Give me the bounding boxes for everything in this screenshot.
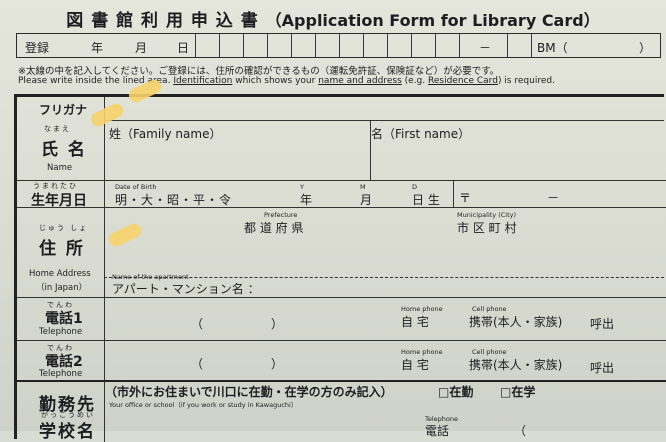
first-name-field[interactable] — [373, 142, 663, 178]
family-name-field[interactable] — [107, 142, 367, 178]
postal-code-field[interactable] — [472, 183, 662, 205]
tel2-home-en: Home phone — [401, 348, 443, 356]
dob-year-en: Y — [300, 183, 304, 191]
apartment-label: アパート・マンション名 ： — [112, 282, 260, 296]
dob-label: 生年月日 — [31, 193, 87, 209]
address-row-line — [17, 297, 666, 298]
dob-day-en: D — [412, 183, 418, 191]
registration-cell-10[interactable] — [411, 34, 436, 57]
note-english: Please write inside the lined area. Iden… — [18, 76, 555, 86]
name-label-en: Name — [47, 163, 73, 173]
tel2-number-field[interactable] — [117, 349, 397, 375]
work-note-en: Your office or school（if you work or stu… — [109, 401, 298, 409]
family-name-label: 姓（Family name） — [109, 127, 222, 141]
title-english: （Application Form for Library Card） — [265, 11, 600, 30]
tel1-cell-en: Cell phone — [472, 305, 507, 313]
registration-cell-11[interactable] — [435, 34, 460, 57]
title-japanese: 図 書 館 利 用 申 込 書 — [66, 11, 259, 31]
name-label: 氏 名 — [41, 140, 87, 160]
postal-mark: 〒 — [459, 191, 472, 205]
furigana-field[interactable] — [107, 98, 662, 118]
registration-cell-5[interactable] — [291, 34, 316, 57]
registration-cell-4[interactable] — [267, 34, 292, 57]
registration-label: 登録 — [25, 41, 50, 55]
tel1-call-option[interactable]: 呼出 — [590, 315, 614, 332]
form-title: 図 書 館 利 用 申 込 書 （Application Form for Li… — [0, 6, 666, 31]
registration-dash: － — [479, 41, 492, 55]
furigana-row-line — [104, 120, 664, 121]
registration-cell-6[interactable] — [315, 34, 340, 57]
tel2-cell-option[interactable]: 携帯(本人・家族) — [469, 356, 562, 373]
prefecture-en: Prefecture — [264, 211, 298, 219]
tel2-label: 電話2 — [45, 354, 83, 370]
tel2-call-option[interactable]: 呼出 — [590, 359, 614, 376]
dob-month-en: M — [360, 183, 366, 191]
dob-day: 日 生 — [412, 193, 440, 207]
municipality-en: Municipality (City) — [457, 211, 517, 219]
bm-close: ） — [639, 41, 652, 55]
bm-label: BM（ — [537, 41, 568, 55]
address-label: 住 所 — [39, 239, 85, 259]
apartment-field[interactable] — [267, 279, 662, 295]
registration-year: 年 — [91, 41, 104, 55]
registration-cell-2[interactable] — [219, 34, 244, 57]
work-name-field[interactable] — [109, 409, 409, 439]
registration-cell-7[interactable] — [339, 34, 364, 57]
tel2-cell-en: Cell phone — [472, 348, 507, 356]
name-row-line — [17, 180, 666, 181]
dob-label-en: Date of Birth — [115, 183, 157, 191]
postal-divider — [453, 180, 454, 207]
note-en-identification: Identification — [173, 76, 233, 86]
first-name-label: 名（First name） — [371, 127, 471, 141]
tel1-number-field[interactable] — [117, 309, 397, 335]
tel1-home-en: Home phone — [401, 305, 443, 313]
registration-cell-13[interactable] — [507, 34, 532, 57]
registration-box: 登録 年 月 日 － BM（ ） — [16, 33, 661, 58]
registration-cell-1[interactable] — [195, 34, 220, 57]
registration-month: 月 — [135, 41, 148, 55]
name-ruby: なまえ — [44, 125, 71, 133]
note-japanese: ※太線の中を記入してください。ご登録には、住所の確認ができるもの（運転免許証、保… — [18, 66, 500, 77]
address-field[interactable] — [107, 235, 662, 273]
study-checkbox[interactable]: □在学 — [500, 383, 535, 400]
registration-cell-3[interactable] — [243, 34, 268, 57]
tel1-home-option[interactable]: 自 宅 — [401, 313, 429, 330]
note-en-name-address: name and address — [318, 76, 402, 86]
note-en-residence: Residence Card — [428, 76, 498, 86]
school-label: 学校名 — [39, 422, 96, 442]
registration-cell-8[interactable] — [363, 34, 388, 57]
application-form-page: 図 書 館 利 用 申 込 書 （Application Form for Li… — [0, 0, 666, 442]
tel2-label-en: Telephone — [39, 369, 83, 379]
municipality-label: 市 区 町 村 — [457, 221, 517, 235]
prefecture-label: 都 道 府 県 — [244, 221, 304, 235]
tel1-label: 電話1 — [45, 311, 83, 327]
note-en-mid: which shows your — [235, 76, 316, 86]
work-checkbox[interactable]: □在勤 — [438, 383, 473, 400]
main-form-table: フリガナ なまえ 氏 名 Name 姓（Family name） 名（First… — [14, 94, 666, 442]
tel2-row-line — [17, 380, 666, 382]
work-tel-field[interactable] — [457, 415, 662, 439]
address-ruby: じゅう しょ — [39, 224, 89, 232]
furigana-label: フリガナ — [39, 103, 88, 117]
dob-era-options[interactable]: 明・大・昭・平・令 — [115, 191, 232, 208]
registration-day: 日 — [177, 41, 190, 55]
tel1-cell-option[interactable]: 携帯(本人・家族) — [469, 313, 562, 330]
address-label-en: Home Address — [29, 269, 91, 279]
address-label-en2: （in Japan） — [36, 283, 88, 293]
dob-year: 年 — [300, 193, 313, 207]
note-en-eg: (e.g. — [404, 76, 426, 86]
dob-month: 月 — [360, 193, 373, 207]
tel1-label-en: Telephone — [39, 327, 83, 337]
note-en-suffix: ) is required. — [497, 76, 555, 86]
tel2-home-option[interactable]: 自 宅 — [401, 356, 429, 373]
tel1-row-line — [17, 340, 666, 341]
work-note: （市外にお住まいで川口に在勤・在学の方のみ記入） — [105, 385, 393, 399]
registration-cell-9[interactable] — [387, 34, 412, 57]
